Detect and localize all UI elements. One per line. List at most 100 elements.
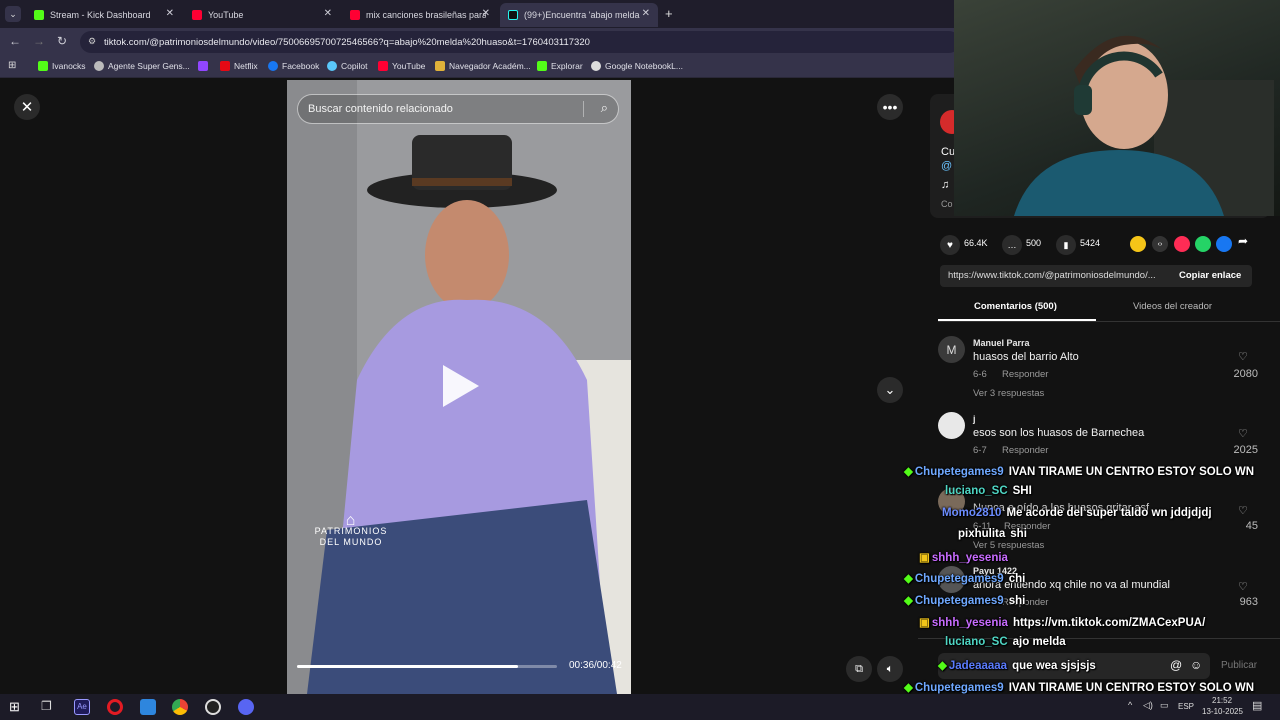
bookmark-notebooklm[interactable]: Google NotebookL... [591,61,683,71]
volume-tray-icon[interactable]: ◁) [1143,700,1153,711]
chat-username[interactable]: Jadeaaaaa [949,660,1007,672]
bookmark-agente[interactable]: Agente Super Gens... [94,61,190,71]
chrome-icon[interactable] [172,699,188,715]
close-video-button[interactable]: ✕ [14,94,40,120]
bookmark-facebook[interactable]: Facebook [268,61,319,71]
tab-mix-canciones[interactable]: mix canciones brasileñas para s ✕ [342,3,498,27]
opera-icon[interactable] [107,699,123,715]
play-icon[interactable] [443,365,479,407]
close-tab-icon[interactable]: ✕ [324,8,332,19]
mention-icon[interactable]: @ [1170,658,1182,672]
save-button[interactable]: ▮ [1056,235,1076,255]
creator-name[interactable]: Cu [941,146,955,158]
chat-text: chi [1008,573,1026,585]
chat-username[interactable]: shhh_yesenia [932,552,1008,564]
video-time: 00:36/00:42 [569,660,622,671]
whatsapp-icon[interactable] [1195,236,1211,252]
comment-likes: 45 [1245,520,1258,532]
tray-chevron-icon[interactable]: ^ [1128,700,1132,710]
tab-creator-videos[interactable]: Videos del creador [1133,301,1212,312]
related-search-input[interactable]: Buscar contenido relacionado ⌕ [297,94,619,124]
tab-kick-dashboard[interactable]: Stream - Kick Dashboard ✕ [26,3,182,27]
comment-author[interactable]: Manuel Parra [973,338,1030,348]
chat-username[interactable]: luciano_SC [945,485,1008,497]
heart-icon[interactable]: ♡ [1238,504,1248,517]
heart-icon[interactable]: ♡ [1238,580,1248,593]
network-tray-icon[interactable]: ▭ [1160,700,1169,711]
app-icon[interactable] [140,699,156,715]
comment-date: 6-7 [973,445,987,456]
embed-icon[interactable]: ‹› [1152,236,1168,252]
search-icon[interactable]: ⌕ [601,100,608,116]
video-player[interactable]: Buscar contenido relacionado ⌕ ⌂ PATRIMO… [287,80,631,694]
like-button[interactable]: ♥ [940,235,960,255]
close-tab-icon[interactable]: ✕ [482,8,490,19]
chat-username[interactable]: luciano_SC [945,636,1008,648]
apps-grid-icon[interactable]: ⊞ [8,60,16,71]
share-arrow-icon[interactable]: ➦ [1238,234,1248,248]
chat-username[interactable]: Momo2810 [942,507,1001,519]
share-link-box[interactable]: https://www.tiktok.com/@patrimoniosdelmu… [940,265,1252,287]
more-options-icon[interactable]: ••• [877,94,903,120]
mini-player-icon[interactable]: ⧉ [846,656,872,682]
chat-username[interactable]: Chupetegames9 [915,466,1004,478]
obs-icon[interactable] [205,699,221,715]
language-indicator[interactable]: ESP [1178,702,1194,711]
tab-comments[interactable]: Comentarios (500) [974,301,1057,312]
bookmark-copilot[interactable]: Copilot [327,61,367,71]
heart-icon[interactable]: ♡ [1238,350,1248,363]
tab-tiktok[interactable]: (99+)Encuentra 'abajo melda ✕ [500,3,658,27]
after-effects-icon[interactable]: Ae [74,699,90,715]
close-tab-icon[interactable]: ✕ [642,8,650,19]
creator-handle[interactable]: @ [941,160,952,172]
emoji-icon[interactable]: ☺ [1190,658,1202,672]
bookmark-navegador[interactable]: Navegador Académ... [435,61,531,71]
reload-icon[interactable]: ↻ [57,34,67,48]
more-link[interactable]: Co [941,199,953,209]
clock-time[interactable]: 21:52 [1212,696,1232,705]
comment-button[interactable]: … [1002,235,1022,255]
view-replies[interactable]: Ver 3 respuestas [973,388,1044,399]
bookmark-twitch[interactable] [198,61,212,71]
volume-icon[interactable]: 🔈︎ [877,656,903,682]
avatar[interactable] [938,412,965,439]
heart-icon[interactable]: ♡ [1238,427,1248,440]
chat-username[interactable]: Chupetegames9 [915,573,1004,585]
bookmark-ivanocks[interactable]: Ivanocks [38,61,86,71]
task-view-icon[interactable]: ❐ [41,699,52,713]
site-info-icon[interactable]: ⚙ [88,36,96,47]
chat-username[interactable]: pixhulita [958,528,1005,540]
new-tab-button[interactable]: + [665,6,673,21]
chat-badge-icon: ◆ [904,573,913,585]
start-icon[interactable]: ⊞ [9,699,20,715]
bookmark-netflix[interactable]: Netflix [220,61,258,71]
address-bar[interactable]: ⚙ tiktok.com/@patrimoniosdelmundo/video/… [80,31,960,53]
forward-icon[interactable]: → [33,34,45,48]
comment-author[interactable]: j [973,414,976,424]
next-video-icon[interactable]: ⌄ [877,377,903,403]
video-progress-bar[interactable] [297,665,557,668]
chat-username[interactable]: Chupetegames9 [915,682,1004,694]
notifications-icon[interactable]: ▤ [1252,699,1262,712]
discord-icon[interactable] [238,699,254,715]
chat-badge-icon: ◆ [904,682,913,694]
repost-icon[interactable] [1130,236,1146,252]
tab-search-button[interactable]: ⌄ [5,6,21,22]
copy-link-button[interactable]: Copiar enlace [1179,270,1241,281]
close-tab-icon[interactable]: ✕ [166,8,174,19]
chat-badge-icon: ▣ [919,617,930,629]
clock-date[interactable]: 13-10-2025 [1202,707,1243,716]
chat-username[interactable]: Chupetegames9 [915,595,1004,607]
reply-button[interactable]: Responder [1002,445,1048,456]
chat-username[interactable]: shhh_yesenia [932,617,1008,629]
tab-youtube[interactable]: YouTube ✕ [184,3,340,27]
back-icon[interactable]: ← [9,34,21,48]
send-icon[interactable] [1174,236,1190,252]
bookmark-explorar[interactable]: Explorar [537,61,583,71]
bookmark-youtube[interactable]: YouTube [378,61,425,71]
publish-button[interactable]: Publicar [1221,660,1257,671]
channel-watermark: ⌂ PATRIMONIOS DEL MUNDO [314,512,388,548]
avatar[interactable]: M [938,336,965,363]
facebook-share-icon[interactable] [1216,236,1232,252]
reply-button[interactable]: Responder [1002,369,1048,380]
